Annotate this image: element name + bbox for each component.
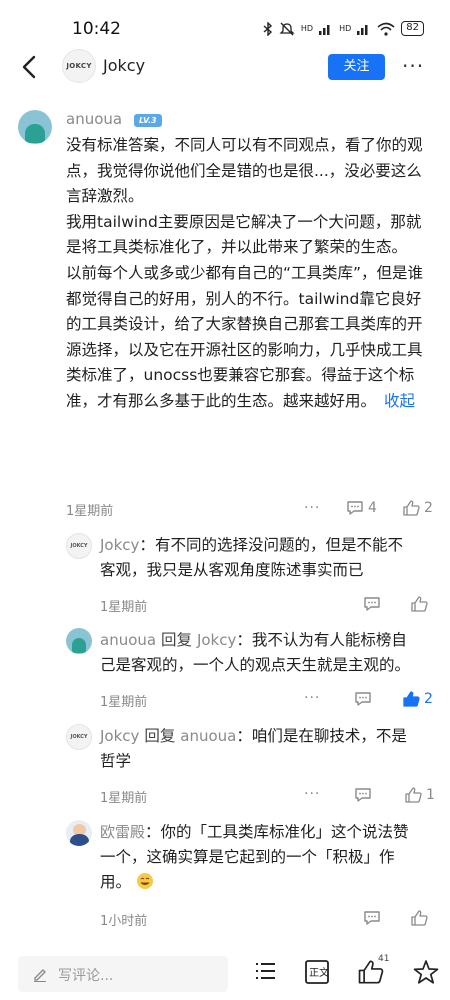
comment-time: 1星期前 bbox=[66, 504, 114, 519]
reply-line: 有不同的选择没问题的，但是不能不 bbox=[154, 536, 403, 554]
bluetooth-icon bbox=[263, 21, 272, 36]
reply-avatar[interactable]: JOKCY bbox=[66, 724, 92, 750]
like-count: 1 bbox=[426, 787, 435, 803]
reply-line: 一个，这确实算是它起到的一个「积极」作 bbox=[100, 848, 395, 866]
pen-icon bbox=[34, 969, 46, 982]
reply-icon[interactable] bbox=[363, 910, 381, 926]
reply-icon[interactable] bbox=[363, 596, 381, 612]
comment-placeholder: 写评论... bbox=[58, 968, 114, 984]
back-icon[interactable] bbox=[16, 52, 44, 82]
signal-icon bbox=[319, 24, 330, 35]
comment-icon bbox=[347, 501, 363, 515]
level-badge: LV.3 bbox=[134, 114, 162, 127]
smile-emoji-icon bbox=[136, 873, 153, 889]
reply-time: 1星期前 bbox=[100, 695, 148, 710]
list-icon[interactable] bbox=[253, 959, 277, 983]
reply-to-author[interactable]: anuoua bbox=[180, 727, 236, 745]
translate-icon[interactable]: 正文 bbox=[304, 959, 330, 985]
reply-time: 1星期前 bbox=[100, 791, 148, 806]
reply-word: 回复 bbox=[156, 631, 197, 649]
reply-line: 用。 bbox=[100, 873, 132, 891]
signal-label-1: HD bbox=[300, 24, 314, 33]
reply-separator: ： bbox=[145, 823, 161, 841]
comment-paragraph: 没有标准答案，不同人可以有不同观点，看了你的观点，我觉得你说他们全是错的也是很.… bbox=[66, 136, 423, 206]
star-icon[interactable] bbox=[413, 959, 439, 985]
reply-separator: ： bbox=[139, 536, 155, 554]
reply-content: Jokcy 回复 anuoua：咱们是在聊技术，不是 哲学 bbox=[100, 724, 440, 774]
reply-avatar[interactable] bbox=[66, 628, 92, 654]
wifi-icon bbox=[377, 22, 395, 36]
nav-bar: JOKCY Jokcy 关注 ··· bbox=[0, 44, 450, 90]
reply-avatar[interactable] bbox=[66, 820, 92, 846]
svg-text:正文: 正文 bbox=[309, 966, 329, 979]
like-button-active[interactable]: 2 bbox=[403, 691, 433, 707]
like-button[interactable]: 2 bbox=[403, 500, 433, 516]
reply-word: 回复 bbox=[139, 727, 181, 745]
reply-author[interactable]: Jokcy bbox=[100, 727, 139, 745]
thumbs-up-icon bbox=[405, 787, 422, 803]
like-count: 2 bbox=[424, 500, 433, 516]
reply-line: 哲学 bbox=[100, 752, 132, 770]
reply-content: 欧雷殿：你的「工具类库标准化」这个说法赞 一个，这确实算是它起到的一个「积极」作… bbox=[100, 820, 440, 895]
comment-input[interactable]: 写评论... bbox=[18, 956, 228, 992]
reply-to-author[interactable]: Jokcy bbox=[197, 631, 236, 649]
reply-more-icon[interactable]: ··· bbox=[304, 786, 320, 802]
signal-icon-2 bbox=[357, 24, 368, 35]
reply-icon[interactable] bbox=[354, 691, 372, 707]
like-count: 2 bbox=[424, 691, 433, 707]
reply-time: 1小时前 bbox=[100, 914, 148, 929]
reply-more-icon[interactable]: ··· bbox=[304, 690, 320, 706]
reply-author[interactable]: Jokcy bbox=[100, 536, 139, 554]
thumbs-up-icon[interactable] bbox=[411, 910, 428, 926]
comment-paragraph-text: 以前每个人或多或少都有自己的“工具类库”，但是谁都觉得自己的好用，别人的不行。t… bbox=[66, 263, 424, 410]
battery-icon: 82 bbox=[401, 21, 424, 36]
reply-avatar[interactable]: JOKCY bbox=[66, 533, 92, 559]
reply-count-button[interactable]: 4 bbox=[346, 500, 377, 516]
bottom-bar: 写评论... 正文 41 bbox=[0, 950, 450, 1000]
reply-content: anuoua 回复 Jokcy：我不认为有人能标榜自 己是客观的，一个人的观点天… bbox=[100, 628, 440, 678]
reply-line: 咱们是在聊技术，不是 bbox=[251, 727, 407, 745]
reply-count: 4 bbox=[368, 500, 377, 516]
follow-button[interactable]: 关注 bbox=[328, 54, 385, 80]
page-title[interactable]: Jokcy bbox=[103, 56, 145, 75]
status-time: 10:42 bbox=[72, 19, 121, 39]
thumbs-up-icon bbox=[403, 500, 420, 516]
status-icons: HD HD 82 bbox=[263, 21, 424, 36]
comment-paragraph: 以前每个人或多或少都有自己的“工具类库”，但是谁都觉得自己的好用，别人的不行。t… bbox=[66, 261, 434, 415]
reply-icon[interactable] bbox=[354, 787, 372, 803]
reply-line: 己是客观的，一个人的观点天生就是主观的。 bbox=[100, 656, 411, 674]
more-options-icon[interactable]: ··· bbox=[402, 54, 424, 78]
thumbs-up-icon[interactable] bbox=[411, 596, 428, 612]
like-count-badge: 41 bbox=[378, 954, 390, 964]
thumbs-up-filled-icon bbox=[403, 691, 420, 707]
status-bar: 10:42 HD HD 82 bbox=[0, 0, 450, 44]
reply-separator: ： bbox=[236, 727, 252, 745]
comment-content: 没有标准答案，不同人可以有不同观点，看了你的观点，我觉得你说他们全是错的也是很.… bbox=[66, 133, 434, 415]
signal-label-2: HD bbox=[339, 24, 352, 33]
comment-author[interactable]: anuoua bbox=[66, 110, 122, 128]
reply-line: 客观，我只是从客观角度陈述事实而已 bbox=[100, 561, 364, 579]
mute-icon bbox=[279, 22, 295, 35]
comment-more-icon[interactable]: ··· bbox=[304, 500, 320, 516]
commenter-avatar[interactable] bbox=[18, 110, 52, 144]
reply-time: 1星期前 bbox=[100, 600, 148, 615]
comment-paragraph: 我用tailwind主要原因是它解决了一个大问题，那就是将工具类标准化了，并以此… bbox=[66, 212, 422, 257]
reply-separator: ： bbox=[236, 631, 252, 649]
reply-content: Jokcy：有不同的选择没问题的，但是不能不 客观，我只是从客观角度陈述事实而已 bbox=[100, 533, 430, 583]
reply-author[interactable]: anuoua bbox=[100, 631, 156, 649]
reply-line: 你的「工具类库标准化」这个说法赞 bbox=[160, 823, 409, 841]
collapse-link[interactable]: 收起 bbox=[384, 392, 415, 410]
reply-line: 我不认为有人能标榜自 bbox=[251, 631, 407, 649]
author-avatar[interactable]: JOKCY bbox=[62, 49, 96, 83]
reply-author[interactable]: 欧雷殿 bbox=[100, 823, 145, 841]
like-button[interactable]: 1 bbox=[405, 787, 435, 803]
